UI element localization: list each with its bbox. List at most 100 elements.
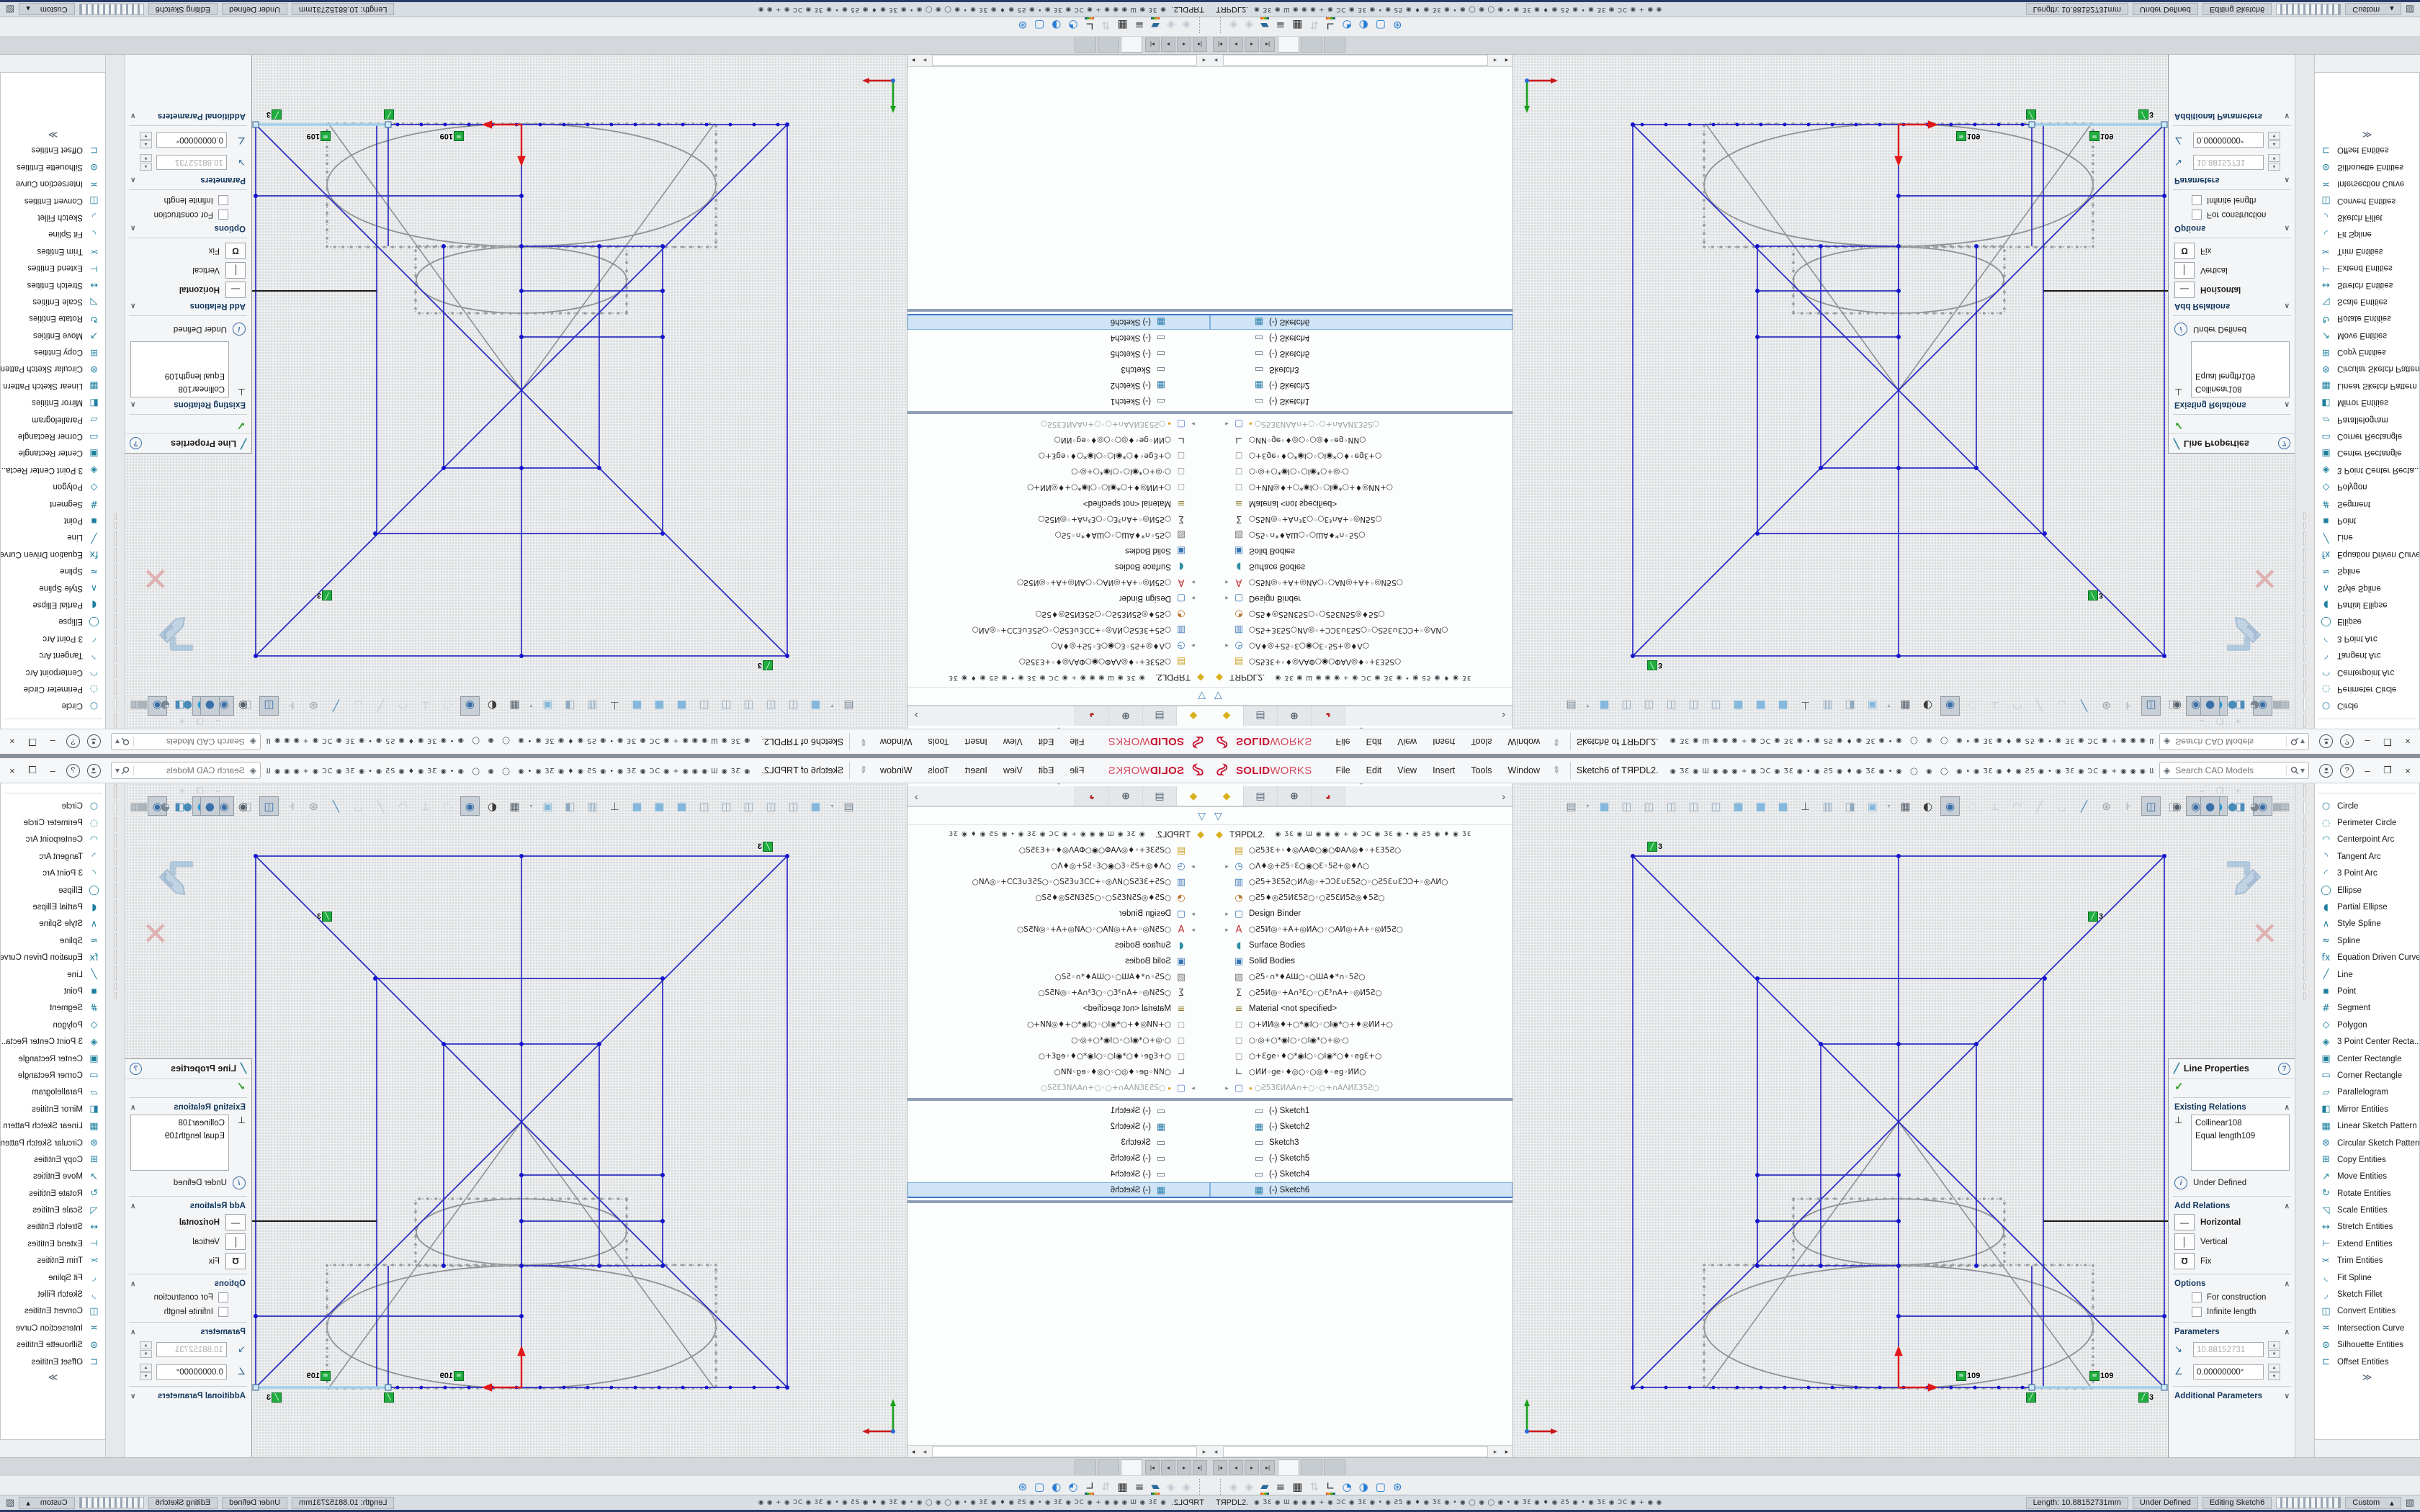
motion-toolbar-icon[interactable]: ◈ [1245, 19, 1254, 32]
commandmanager-tab[interactable] [2303, 531, 2306, 546]
view-toolbar-icon[interactable]: ◫ [761, 796, 781, 816]
display-style-icon[interactable]: ■ [133, 696, 153, 716]
view-toolbar-icon[interactable]: ▾ [828, 796, 836, 816]
length-spinner[interactable]: ▲▼ [2268, 154, 2280, 171]
view-toolbar-icon[interactable]: ▣ [538, 696, 557, 716]
motion-toolbar-icon[interactable]: ◈ [1229, 1480, 1238, 1493]
sketch-tool-item[interactable]: ↔ Stretch Entities [1, 1219, 105, 1236]
parameters-header[interactable]: Parameters∧ [2169, 1326, 2295, 1338]
panel-help-icon[interactable]: ? [2278, 438, 2290, 450]
sketch-tool-item[interactable]: ≍ Intersection Curve [1, 176, 105, 192]
search-box[interactable]: ◈ ▾ [2159, 762, 2309, 779]
view-toolbar-icon[interactable]: ◫ [259, 796, 279, 816]
sketch-tool-item[interactable]: ◜ 3 Point Arc [1, 865, 105, 882]
tree-item[interactable]: ▸ A ● ○Ƨ5И◎◦+A+◎ИA○◦○AИ◎+A+◦◎И5Ƨ○ [1210, 922, 1512, 937]
view-toolbar-icon[interactable]: ■ [672, 696, 691, 716]
sketch-tool-item[interactable]: ↗ Move Entities [2315, 1169, 2419, 1185]
view-toolbar-icon[interactable]: ▣ [1863, 796, 1882, 816]
tree-item[interactable]: ◻ ● ○+Ɛge◦♦○*◉I○◦○I◉*○♦◦egƐ+○ [908, 1048, 1210, 1064]
tree-item[interactable]: ▥ ● ○Ƨ5+3Ɛ5Ƨ○ИΛ◎◦+ƆƆƐ∪Ɛ5Ƨ○◦○Ƨ5Ɛ∪ƐƆƆ+◦◎ΛИ… [908, 622, 1210, 638]
view-toolbar-icon[interactable]: ◐ [1918, 696, 1937, 716]
sketch-tool-item[interactable]: ▱ Parallelogram [1, 411, 105, 428]
menu-item[interactable]: Window [1500, 737, 1548, 747]
view-toolbar-icon[interactable]: ◠ [2007, 796, 2027, 816]
expand-arrow-icon[interactable]: ▸ [1188, 926, 1198, 934]
additional-parameters-header[interactable]: Additional Parameters∨ [125, 1390, 251, 1403]
tree-item[interactable]: ◻ ● ○+ИИ◎♦+○*◉I○◦○I◉*○+♦◎ИИ+○ [908, 480, 1210, 495]
view-toolbar-icon[interactable]: ■ [650, 796, 669, 816]
view-toolbar-icon[interactable]: ■ [1751, 696, 1770, 716]
search-input[interactable] [138, 765, 246, 776]
confirmation-corner-exit-sketch-icon[interactable] [153, 606, 197, 651]
relation-entry[interactable]: Equal length109 [135, 369, 225, 382]
expand-arrow-icon[interactable]: ▸ [1188, 579, 1198, 587]
sketch-tool-item[interactable]: ⊏ Offset Entities [2315, 142, 2419, 158]
commandmanager-tab[interactable] [2303, 647, 2306, 662]
status-units-dropdown[interactable]: Custom▴ [19, 1497, 74, 1509]
relation-badge[interactable]: ╱3 [758, 842, 773, 852]
help-icon[interactable]: ? [2340, 764, 2354, 778]
document-view-tab[interactable] [1075, 1459, 1096, 1476]
motion-toolbar-icon[interactable]: ◈ [1167, 1480, 1175, 1493]
commandmanager-tab[interactable] [2303, 548, 2306, 562]
status-units-dropdown[interactable]: Custom▴ [19, 4, 74, 16]
sketch-tool-item[interactable]: ◝ Tangent Arc [1, 848, 105, 865]
tab-nav-button[interactable]: ◂ [1229, 1460, 1243, 1475]
panel-expand-icon[interactable]: ▸ [1501, 1448, 1512, 1456]
menu-item[interactable]: View [995, 737, 1031, 747]
search-box[interactable]: ◈ ▾ [2159, 733, 2309, 750]
motion-toolbar-icon[interactable]: ⇅ [1101, 1480, 1111, 1493]
view-toolbar-icon[interactable]: ◌ [438, 696, 457, 716]
menu-item[interactable]: Window [872, 765, 920, 775]
help-icon[interactable]: ? [2340, 735, 2354, 749]
tree-item[interactable]: ▸ ▢ ● Design Binder [1210, 590, 1512, 606]
equal-relation-badge[interactable]: =109 [2089, 1371, 2113, 1381]
display-style-icon[interactable]: ■ [2267, 696, 2287, 716]
expand-arrow-icon[interactable]: ▸ [1222, 1084, 1232, 1092]
sketch-tool-item[interactable]: ◈ 3 Point Center Recta... [1, 1033, 105, 1050]
sketch-tool-item[interactable]: ⊛ Circular Sketch Pattern [1, 1135, 105, 1151]
view-toolbar-icon[interactable]: ⊥ [1796, 796, 1815, 816]
tree-item[interactable]: ▸ ▢ ● ○Ƨ53ƐИΛA∩+○◦○+∩AΛИƐ35Ƨ○ [1210, 1080, 1512, 1096]
view-toolbar-icon[interactable]: ◠ [2007, 696, 2027, 716]
add-relations-header[interactable]: Add Relations∧ [2169, 1200, 2295, 1212]
tree-item[interactable]: ▭ ● (-) Sketch5 [908, 1151, 1210, 1166]
menu-item[interactable]: Tools [920, 765, 956, 775]
menu-item[interactable]: Window [872, 737, 920, 747]
sketch-tool-item[interactable]: ⊞ Copy Entities [1, 343, 105, 360]
sketch-tool-item[interactable]: ◝ Tangent Arc [1, 647, 105, 663]
tree-item[interactable]: ▸ ▢ ● ○Ƨ53ƐИΛA∩+○◦○+∩AΛИƐ35Ƨ○ [1210, 416, 1512, 432]
view-toolbar-icon[interactable]: ◡ [349, 796, 368, 816]
expand-arrow-icon[interactable]: ▸ [1222, 420, 1232, 428]
sketch-tool-item[interactable]: ◹ Scale Entities [2315, 1202, 2419, 1218]
sketch-tool-item[interactable]: ╱ Line [2315, 966, 2419, 983]
view-toolbar-icon[interactable]: ◫ [2141, 796, 2161, 816]
tree-item[interactable]: ▭ ● (-) Sketch1 [1210, 393, 1512, 409]
sketch-tool-item[interactable]: ▭ Corner Rectangle [1, 428, 105, 444]
sketch-tool-item[interactable]: ↗ Move Entities [1, 327, 105, 343]
expand-arrow-icon[interactable]: ▸ [1188, 863, 1198, 870]
manager-tab[interactable]: ◆ [1176, 786, 1210, 806]
equal-relation-badge[interactable]: =109 [307, 1371, 331, 1381]
commandmanager-tab[interactable] [2303, 714, 2306, 728]
tree-item[interactable]: ≡ ● Material <not specified> [1210, 1001, 1512, 1017]
sketch-tool-item[interactable]: ✂ Trim Entities [1, 243, 105, 259]
tree-item[interactable]: ◔ ● ○Ƨ5♦◎Ƨ5ИƐ5Ƨ○◦○Ƨ5ƐИ5Ƨ◎♦5Ƨ○ [1210, 890, 1512, 906]
sketch-tool-item[interactable]: ⊛ Circular Sketch Pattern [2315, 1135, 2419, 1151]
display-style-icon[interactable]: ● [2200, 796, 2220, 816]
equal-relation-badge[interactable]: =109 [2089, 131, 2113, 141]
minimize-button[interactable]: – [2358, 734, 2377, 750]
view-toolbar-icon[interactable]: ⊥ [1796, 696, 1815, 716]
length-field[interactable]: 10.88152731 [2193, 1342, 2264, 1357]
relation-badge[interactable]: ╱3 [2138, 109, 2154, 120]
scroll-left-icon[interactable]: ◂ [1210, 1448, 1222, 1456]
view-toolbar-icon[interactable]: ◫ [1617, 696, 1636, 716]
sketch-tool-item[interactable]: ↔ Stretch Entities [2315, 276, 2419, 293]
sketch-tool-item[interactable]: ◟ Fit Spline [2315, 226, 2419, 243]
sketch-tool-item[interactable]: ◫ Convert Entities [2315, 192, 2419, 209]
tree-item[interactable]: ▥ ● ○Ƨ5+3Ɛ5Ƨ○ИΛ◎◦+ƆƆƐ∪Ɛ5Ƨ○◦○Ƨ5Ɛ∪ƐƆƆ+◦◎ΛИ… [908, 874, 1210, 890]
commandmanager-tab[interactable] [114, 548, 117, 562]
scroll-right-icon[interactable]: ▸ [919, 1448, 931, 1456]
tree-item[interactable]: ▸ ◷ ● ○Λ♦◎+Ƨ5◦Ɛ○◉○Ɛ◦5Ƨ+◎♦Λ○ [1210, 638, 1512, 654]
tree-item[interactable]: ▸ ▢ ● ○Ƨ53ƐИΛA∩+○◦○+∩AΛИƐ35Ƨ○ [908, 1080, 1210, 1096]
